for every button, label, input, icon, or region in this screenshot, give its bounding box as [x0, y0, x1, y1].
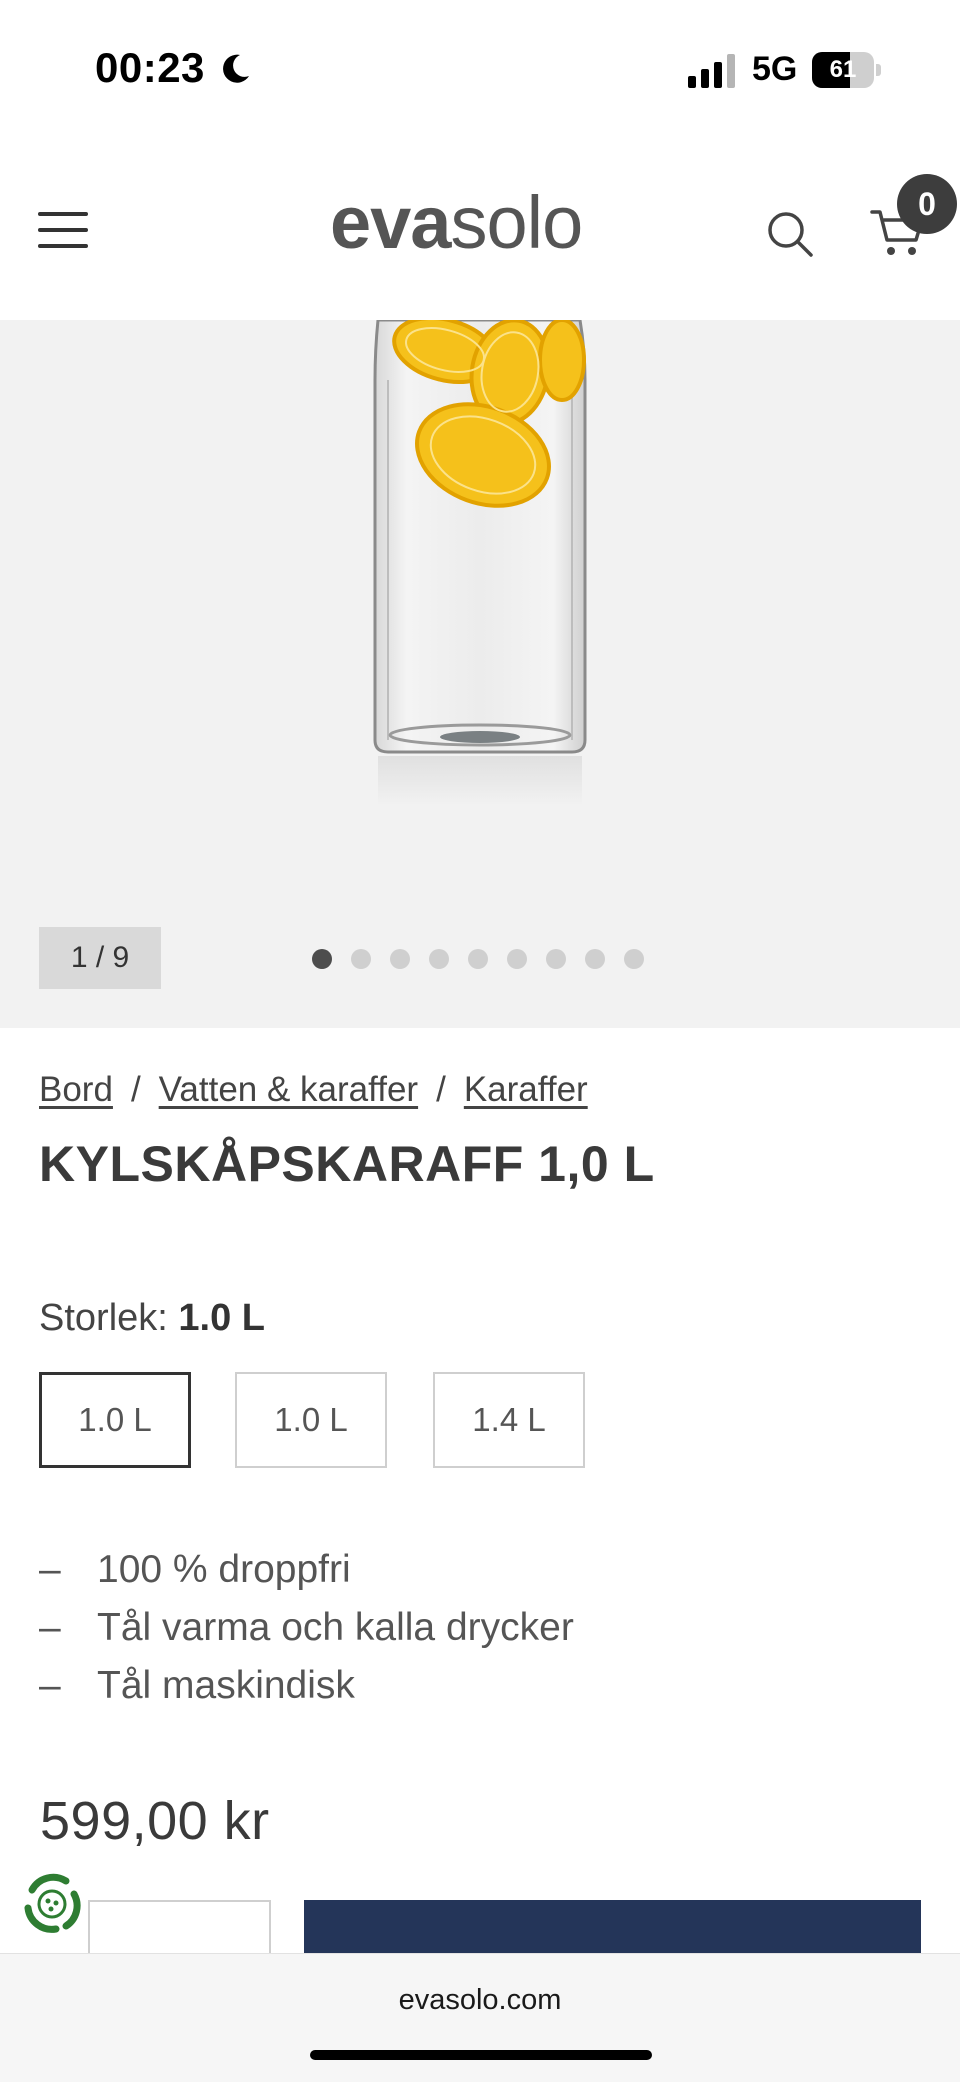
- status-time: 00:23: [95, 44, 205, 91]
- browser-url-bar[interactable]: evasolo.com: [0, 1953, 960, 2082]
- size-option-2[interactable]: 1.0 L: [235, 1372, 387, 1468]
- breadcrumb: Bord / Vatten & karaffer / Karaffer: [39, 1070, 588, 1110]
- battery-icon: 61: [812, 52, 882, 88]
- feature-text: Tål varma och kalla drycker: [97, 1606, 574, 1649]
- gallery-dot[interactable]: [624, 949, 644, 969]
- logo-part-2: solo: [450, 181, 583, 264]
- product-price: 599,00 kr: [40, 1791, 270, 1851]
- feature-bullet: –: [39, 1664, 61, 1707]
- site-logo[interactable]: evasolo: [330, 180, 583, 265]
- feature-text: 100 % droppfri: [97, 1548, 351, 1591]
- image-counter: 1 / 9: [39, 927, 161, 989]
- breadcrumb-separator: /: [436, 1070, 446, 1109]
- site-header: evasolo 0: [0, 130, 960, 320]
- gallery-dot[interactable]: [546, 949, 566, 969]
- gallery-dot[interactable]: [468, 949, 488, 969]
- size-label: Storlek: 1.0 L: [39, 1297, 265, 1340]
- breadcrumb-link-bord[interactable]: Bord: [39, 1070, 113, 1109]
- gallery-dot[interactable]: [507, 949, 527, 969]
- logo-part-1: eva: [330, 181, 451, 264]
- size-selected-value: 1.0 L: [178, 1297, 265, 1339]
- home-indicator[interactable]: [310, 2050, 652, 2060]
- breadcrumb-link-vatten-karaffer[interactable]: Vatten & karaffer: [159, 1070, 418, 1109]
- feature-bullet: –: [39, 1606, 61, 1649]
- size-label-text: Storlek:: [39, 1297, 168, 1339]
- size-option-1[interactable]: 1.0 L: [39, 1372, 191, 1468]
- gallery-dot[interactable]: [351, 949, 371, 969]
- accessibility-widget-icon[interactable]: [16, 1868, 88, 1940]
- product-image: [373, 320, 587, 806]
- moon-icon: [223, 54, 249, 83]
- gallery-dot[interactable]: [390, 949, 410, 969]
- search-icon[interactable]: [766, 210, 814, 258]
- network-type: 5G: [752, 50, 798, 88]
- product-title: KYLSKÅPSKARAFF 1,0 L: [39, 1136, 655, 1192]
- product-gallery[interactable]: 1 / 9: [0, 320, 960, 1028]
- size-option-3[interactable]: 1.4 L: [433, 1372, 585, 1468]
- gallery-dot[interactable]: [429, 949, 449, 969]
- gallery-dot[interactable]: [312, 949, 332, 969]
- feature-text: Tål maskindisk: [97, 1664, 355, 1707]
- url-text: evasolo.com: [398, 1984, 562, 2016]
- breadcrumb-separator: /: [130, 1070, 141, 1109]
- cart-count-badge: 0: [897, 174, 957, 234]
- status-bar: 00:23 5G 61: [0, 0, 960, 130]
- hamburger-menu-icon[interactable]: [38, 210, 92, 250]
- gallery-dot[interactable]: [585, 949, 605, 969]
- battery-level: 61: [829, 56, 857, 83]
- feature-bullet: –: [39, 1548, 61, 1591]
- cellular-signal-icon: [688, 54, 735, 88]
- breadcrumb-link-karaffer[interactable]: Karaffer: [464, 1070, 588, 1109]
